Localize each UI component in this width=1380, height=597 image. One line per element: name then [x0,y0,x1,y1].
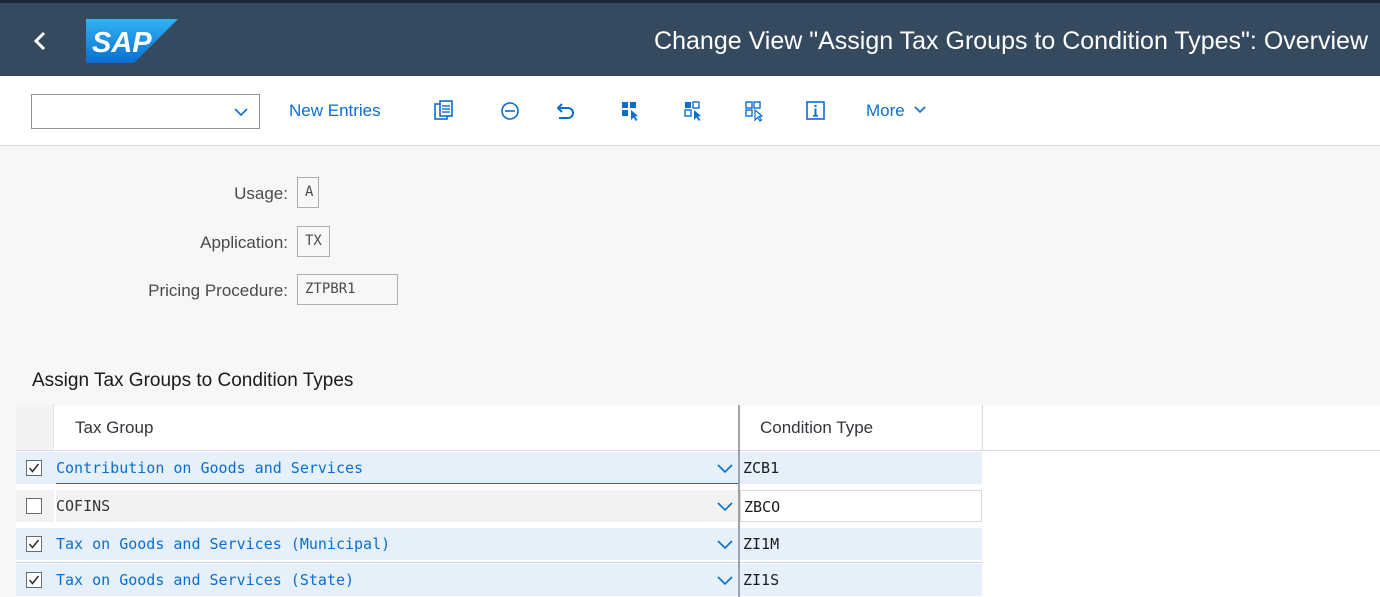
row-selector[interactable] [16,490,54,522]
chevron-left-icon [33,31,46,51]
application-field[interactable]: TX [297,226,330,257]
copy-icon [434,100,453,120]
chevron-down-icon[interactable] [233,104,249,120]
pricing-procedure-field[interactable]: ZTPBR1 [297,274,398,305]
column-resize-handle[interactable] [738,405,740,597]
table-row[interactable]: Tax on Goods and Services (Municipal) ZI… [16,528,982,560]
dropdown-chevron-icon[interactable] [716,460,734,476]
sap-logo: SAP [86,19,178,63]
column-header-empty [982,405,1380,451]
row-checkbox[interactable] [26,572,42,588]
condition-type-cell[interactable]: ZI1S [740,564,982,596]
shell-header: SAP Change View "Assign Tax Groups to Co… [0,0,1380,76]
undo-icon [556,103,574,119]
tax-group-cell[interactable]: Tax on Goods and Services (State) [56,564,740,596]
row-checkbox[interactable] [26,536,42,552]
dropdown-chevron-icon[interactable] [716,536,734,552]
page-title: Change View "Assign Tax Groups to Condit… [654,27,1368,55]
row-checkbox[interactable] [26,460,42,476]
undo-button[interactable] [555,100,577,122]
row-selector[interactable] [16,564,54,596]
select-block-icon [684,101,701,121]
condition-type-cell[interactable]: ZBCO [740,490,982,522]
checkmark-icon [28,539,40,549]
usage-field[interactable]: A [297,177,319,208]
application-label: Application: [200,233,288,252]
row-checkbox[interactable] [26,498,42,514]
info-icon [806,101,825,120]
cell-underline [56,483,740,484]
table-title: Assign Tax Groups to Condition Types [32,370,354,391]
column-header-condition-type[interactable]: Condition Type [740,405,982,451]
deselect-all-button[interactable] [744,100,766,122]
more-button[interactable]: More [866,101,927,121]
column-header-tax-group[interactable]: Tax Group [55,405,738,451]
delete-icon [501,102,519,120]
toolbar: New Entries More [0,76,1380,146]
back-button[interactable] [30,23,60,59]
checkmark-icon [28,463,40,473]
tax-group-cell[interactable]: COFINS [56,490,740,522]
select-all-column-header[interactable] [16,405,54,451]
command-field[interactable] [31,94,260,129]
dropdown-chevron-icon[interactable] [716,498,734,514]
table-row[interactable]: Contribution on Goods and Services ZCB1 [16,452,982,484]
new-entries-button[interactable]: New Entries [289,101,381,121]
tax-group-cell[interactable]: Contribution on Goods and Services [56,452,740,484]
svg-text:SAP: SAP [92,27,152,59]
deselect-all-icon [745,101,764,122]
usage-label: Usage: [234,184,288,203]
row-selector[interactable] [16,452,54,484]
select-all-icon [622,102,638,121]
condition-type-cell[interactable]: ZI1M [740,528,982,560]
pricing-procedure-label: Pricing Procedure: [148,281,288,300]
select-block-button[interactable] [683,100,705,122]
table-row[interactable]: COFINS ZBCO [16,490,982,522]
delete-button[interactable] [499,100,521,122]
info-button[interactable] [805,100,827,122]
row-selector[interactable] [16,528,54,560]
checkmark-icon [28,575,40,585]
select-all-button[interactable] [620,100,642,122]
chevron-down-icon [914,106,927,114]
more-label: More [866,101,905,120]
row-divider [16,562,982,563]
tax-group-cell[interactable]: Tax on Goods and Services (Municipal) [56,528,740,560]
dropdown-chevron-icon[interactable] [716,572,734,588]
table-row[interactable]: Tax on Goods and Services (State) ZI1S [16,564,982,596]
copy-button[interactable] [433,100,455,122]
condition-type-cell[interactable]: ZCB1 [740,452,982,484]
